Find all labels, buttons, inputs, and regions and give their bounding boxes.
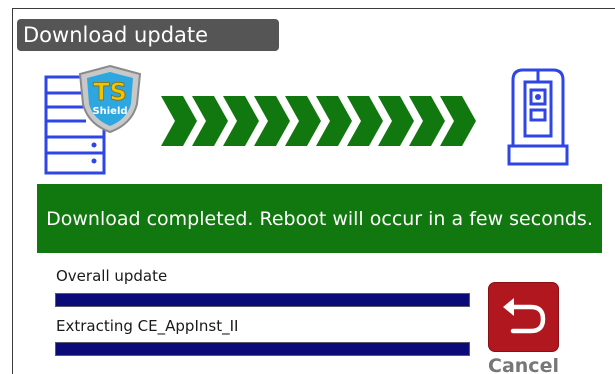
transfer-arrows: [161, 96, 476, 146]
overall-progress-bar: [55, 293, 470, 307]
chevron-arrow-icon: [161, 96, 197, 146]
chevron-arrow-icon: [254, 96, 290, 146]
logo-ts-text: TS: [93, 78, 127, 106]
status-banner: Download completed. Reboot will occur in…: [37, 184, 602, 253]
chevron-arrow-icon: [440, 96, 476, 146]
current-step-progress-fill: [56, 343, 469, 355]
overall-progress-fill: [56, 294, 469, 306]
cancel-button[interactable]: [488, 282, 559, 352]
ts-shield-logo: TS Shield: [78, 64, 142, 134]
chevron-arrow-icon: [347, 96, 383, 146]
overall-progress-label: Overall update: [56, 267, 168, 285]
chevron-arrow-icon: [223, 96, 259, 146]
window-title: Download update: [23, 23, 209, 47]
current-step-label: Extracting CE_AppInst_II: [56, 317, 239, 335]
chevron-arrow-icon: [409, 96, 445, 146]
surveying-device-icon: [507, 68, 569, 166]
chevron-arrow-icon: [192, 96, 228, 146]
chevron-arrow-icon: [316, 96, 352, 146]
current-step-progress-bar: [55, 342, 470, 356]
status-message: Download completed. Reboot will occur in…: [46, 208, 593, 230]
logo-shield-text: Shield: [92, 106, 127, 117]
back-arrow-icon: [503, 298, 546, 334]
chevron-arrow-icon: [285, 96, 321, 146]
cancel-button-label[interactable]: Cancel: [488, 355, 559, 374]
chevron-arrow-icon: [378, 96, 414, 146]
